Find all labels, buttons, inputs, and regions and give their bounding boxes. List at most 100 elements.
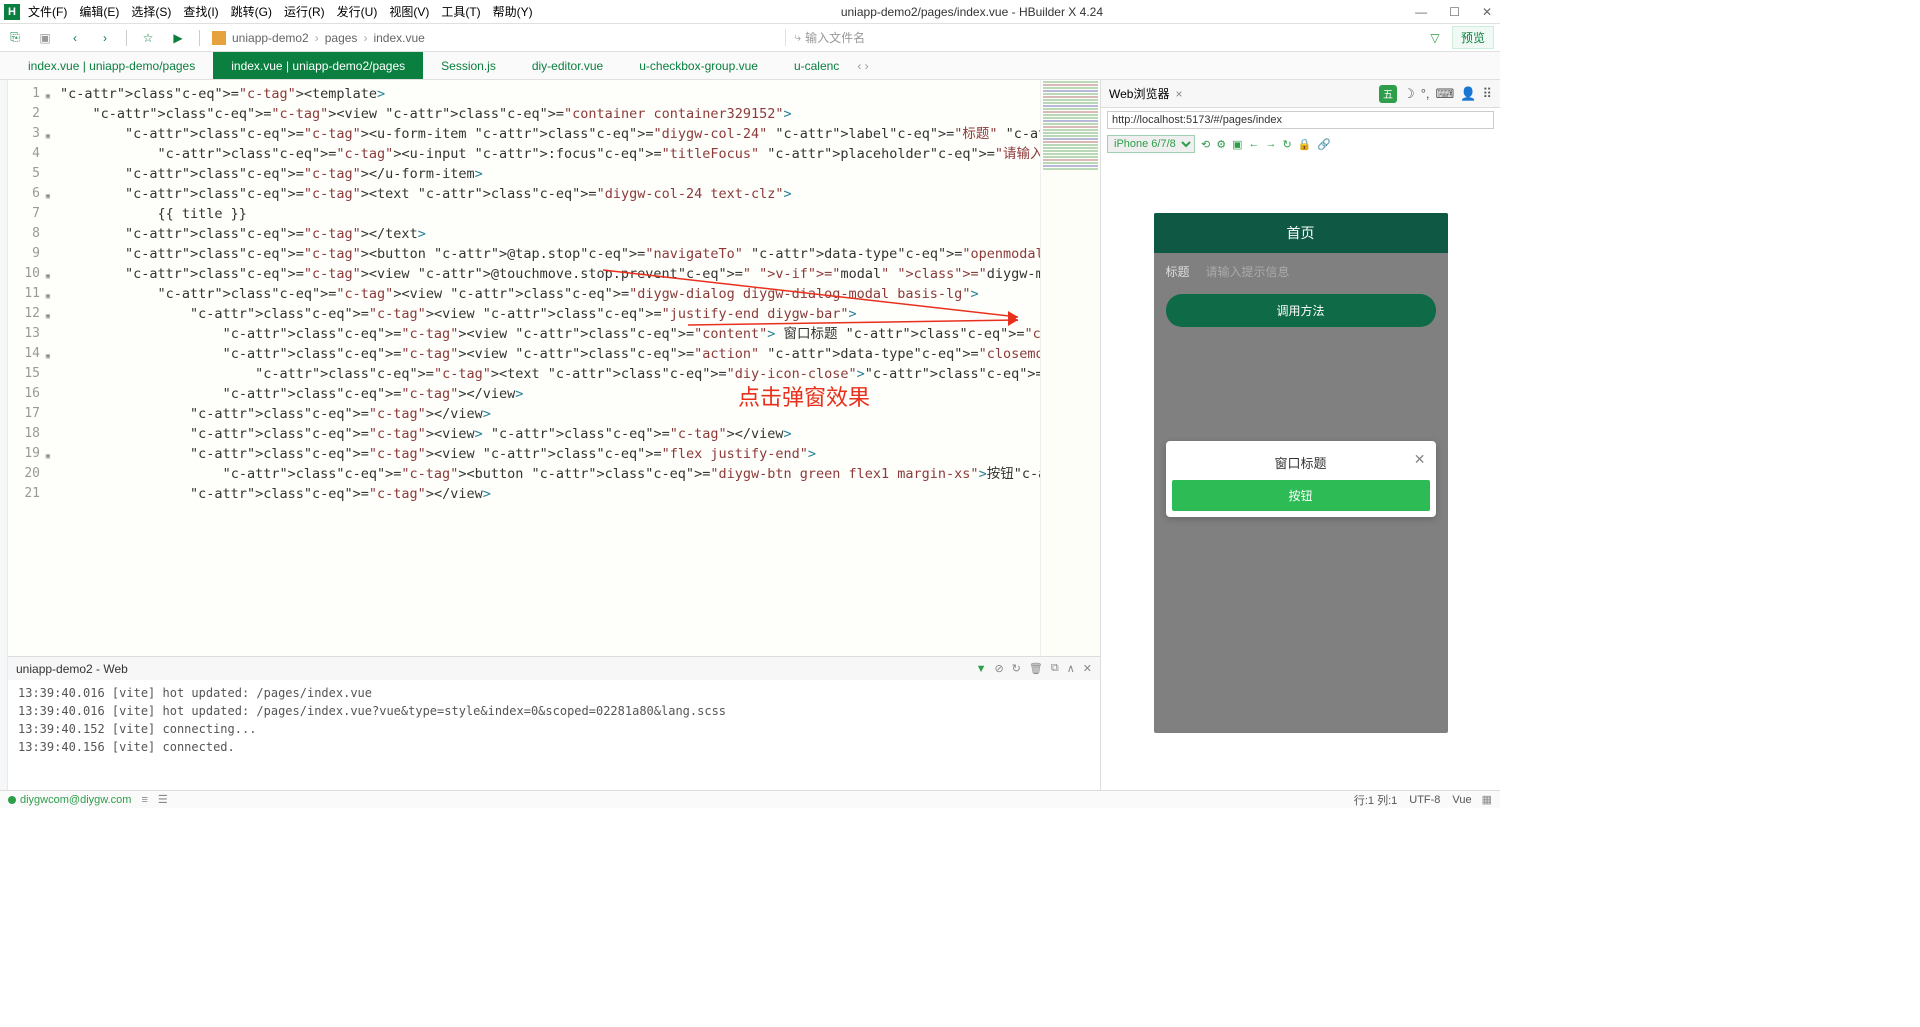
save-icon[interactable]: ⎘ (6, 29, 24, 47)
minimize-button[interactable]: — (1411, 5, 1431, 19)
temp-icon[interactable]: °, (1421, 86, 1430, 101)
nav-forward-icon[interactable]: → (1266, 138, 1277, 150)
indent-icon[interactable]: ≡ (141, 794, 147, 806)
console-expand-icon[interactable]: ∧ (1067, 662, 1075, 675)
console-down-icon[interactable]: ▼ (976, 663, 987, 675)
menu-help[interactable]: 帮助(Y) (493, 3, 533, 20)
tab-index-demo2[interactable]: index.vue | uniapp-demo2/pages (213, 52, 423, 79)
device-select[interactable]: iPhone 6/7/8 (1107, 135, 1195, 153)
settings-icon[interactable]: ⚙ (1216, 138, 1226, 151)
browser-panel: Web浏览器 × 五 ☽ °, ⌨ 👤 ⠿ iPhone 6/7/8 ⟲ ⚙ ▣… (1100, 80, 1500, 790)
modal-title-text: 窗口标题 (1274, 453, 1326, 472)
forward-icon[interactable]: › (96, 29, 114, 47)
filter-icon[interactable]: ▽ (1426, 29, 1444, 47)
menu-find[interactable]: 查找(I) (183, 3, 218, 20)
url-input[interactable] (1107, 111, 1494, 129)
file-search[interactable]: ⤷ 输入文件名 (785, 29, 1065, 46)
grid-icon[interactable]: ⠿ (1482, 86, 1492, 102)
modal-title-row: 窗口标题 ✕ (1172, 447, 1430, 480)
menu-publish[interactable]: 发行(U) (337, 3, 378, 20)
nav-back-icon[interactable]: ← (1249, 138, 1260, 150)
close-button[interactable]: ✕ (1478, 5, 1496, 19)
ime-icon[interactable]: 五 (1379, 85, 1397, 103)
status-encoding[interactable]: UTF-8 (1409, 794, 1440, 806)
terminal-icon[interactable]: ▣ (36, 29, 54, 47)
editor-column: 123456789101112131415161718192021 "c-att… (8, 80, 1100, 790)
breadcrumb-item[interactable]: index.vue (373, 31, 424, 45)
menu-tools[interactable]: 工具(T) (441, 3, 480, 20)
status-grid-icon[interactable]: ▦ (1482, 793, 1492, 806)
breadcrumb-item[interactable]: uniapp-demo2 (232, 31, 309, 45)
tab-index-demo[interactable]: index.vue | uniapp-demo/pages (10, 52, 213, 79)
list-icon[interactable]: ☰ (158, 793, 168, 806)
app-logo: H (4, 4, 20, 20)
device-frame: 首页 标题 请输入提示信息 调用方法 窗口标题 ✕ 按钮 (1101, 156, 1500, 790)
tab-scroll-icon[interactable]: ‹ › (857, 52, 874, 79)
console-refresh-icon[interactable]: ↻ (1012, 662, 1021, 675)
devtools-icon[interactable]: ▣ (1232, 138, 1242, 151)
star-icon[interactable]: ☆ (139, 29, 157, 47)
phone-preview[interactable]: 首页 标题 请输入提示信息 调用方法 窗口标题 ✕ 按钮 (1154, 213, 1448, 733)
status-dot-icon (8, 796, 16, 804)
left-gutter (0, 80, 8, 790)
form-placeholder[interactable]: 请输入提示信息 (1206, 263, 1290, 280)
code-editor[interactable]: 123456789101112131415161718192021 "c-att… (8, 80, 1100, 656)
keyboard-icon[interactable]: ⌨ (1436, 86, 1455, 102)
lock-icon[interactable]: 🔒 (1298, 138, 1312, 151)
phone-header: 首页 (1154, 213, 1448, 253)
menu-edit[interactable]: 编辑(E) (79, 3, 119, 20)
back-icon[interactable]: ‹ (66, 29, 84, 47)
maximize-button[interactable]: ☐ (1445, 5, 1464, 19)
status-position: 行:1 列:1 (1354, 792, 1397, 808)
breadcrumb: uniapp-demo2 › pages › index.vue (212, 31, 425, 45)
code-body[interactable]: "c-attr">class"c-eq">="c-tag"><template>… (46, 80, 1040, 656)
menu-goto[interactable]: 跳转(G) (231, 3, 272, 20)
phone-main-button[interactable]: 调用方法 (1166, 294, 1436, 327)
window-controls: — ☐ ✕ (1411, 5, 1496, 19)
console-line: 13:39:40.016 [vite] hot updated: /pages/… (18, 684, 1090, 702)
console-line: 13:39:40.156 [vite] connected. (18, 738, 1090, 756)
tab-calendar[interactable]: u-calenc (776, 52, 857, 79)
modal-close-icon[interactable]: ✕ (1414, 451, 1426, 468)
status-account[interactable]: diygwcom@diygw.com (20, 794, 131, 806)
menu-view[interactable]: 视图(V) (389, 3, 429, 20)
tab-session[interactable]: Session.js (423, 52, 514, 79)
browser-tab-label: Web浏览器 (1109, 85, 1169, 102)
line-numbers: 123456789101112131415161718192021 (8, 80, 46, 656)
console-close-icon[interactable]: ✕ (1083, 662, 1092, 675)
chevron-right-icon: › (315, 31, 319, 45)
folder-icon (212, 31, 226, 45)
console-trash-icon[interactable]: 🗑 (1029, 662, 1043, 675)
menu-file[interactable]: 文件(F) (28, 3, 67, 20)
menu-select[interactable]: 选择(S) (131, 3, 171, 20)
tab-diy-editor[interactable]: diy-editor.vue (514, 52, 621, 79)
reload-icon[interactable]: ↻ (1283, 138, 1292, 151)
person-icon[interactable]: 👤 (1460, 86, 1476, 102)
moon-icon[interactable]: ☽ (1403, 86, 1415, 102)
annotation-text: 点击弹窗效果 (738, 380, 870, 412)
main-area: 123456789101112131415161718192021 "c-att… (0, 80, 1500, 790)
breadcrumb-item[interactable]: pages (325, 31, 358, 45)
search-icon: ⤷ (794, 30, 801, 45)
status-language[interactable]: Vue (1452, 794, 1471, 806)
tab-checkbox-group[interactable]: u-checkbox-group.vue (621, 52, 776, 79)
window-title: uniapp-demo2/pages/index.vue - HBuilder … (533, 5, 1412, 19)
menu-run[interactable]: 运行(R) (284, 3, 325, 20)
browser-tab-close-icon[interactable]: × (1175, 87, 1182, 101)
console-stop-icon[interactable]: ⊘ (994, 662, 1003, 675)
form-label: 标题 (1166, 263, 1190, 280)
minimap[interactable] (1040, 80, 1100, 656)
modal-action-button[interactable]: 按钮 (1172, 480, 1430, 511)
console-line: 13:39:40.016 [vite] hot updated: /pages/… (18, 702, 1090, 720)
console-line: 13:39:40.152 [vite] connecting... (18, 720, 1090, 738)
separator (199, 30, 200, 46)
statusbar: diygwcom@diygw.com ≡ ☰ 行:1 列:1 UTF-8 Vue… (0, 790, 1500, 808)
link-icon[interactable]: 🔗 (1317, 138, 1331, 151)
sync-icon[interactable]: ⟲ (1201, 138, 1210, 151)
console-output[interactable]: 13:39:40.016 [vite] hot updated: /pages/… (8, 680, 1100, 790)
preview-button[interactable]: 预览 (1452, 26, 1494, 49)
console-copy-icon[interactable]: ⧉ (1051, 662, 1059, 675)
play-icon[interactable]: ▶ (169, 29, 187, 47)
separator (126, 30, 127, 46)
editor-tabs: index.vue | uniapp-demo/pages index.vue … (0, 52, 1500, 80)
